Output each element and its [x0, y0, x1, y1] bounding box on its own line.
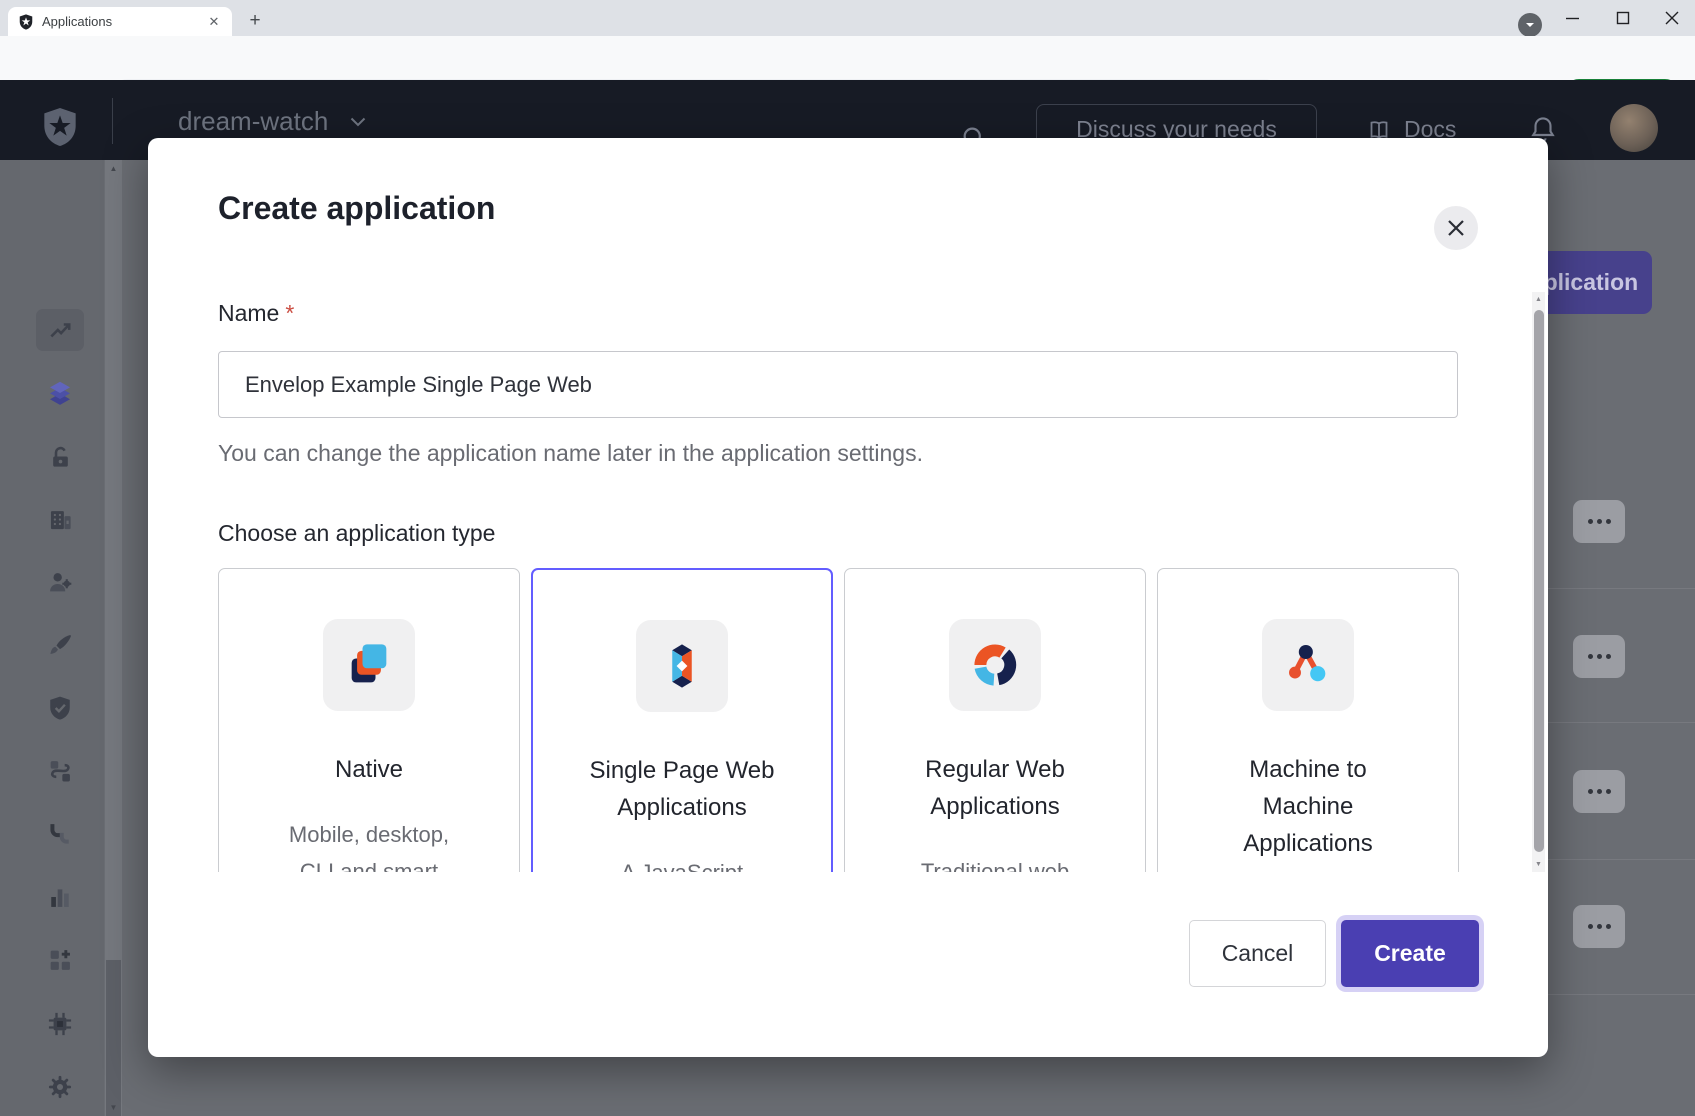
application-name-input[interactable]	[218, 351, 1458, 418]
browser-toolbar: manage.auth0.com/dashboard/eu/dream-watc…	[0, 36, 1695, 80]
card-machine-to-machine[interactable]: Machine to Machine Applications	[1157, 568, 1459, 872]
browser-menu-chevron-icon[interactable]	[1518, 13, 1542, 37]
modal-title: Create application	[218, 190, 495, 227]
card-subtitle: A JavaScript	[533, 854, 831, 872]
card-subtitle: Traditional web	[845, 853, 1145, 872]
window-close-button[interactable]	[1649, 0, 1695, 36]
sidebar-item-actions[interactable]	[36, 747, 84, 795]
card-title: Native	[219, 751, 519, 788]
sidebar-item-authentication[interactable]	[36, 432, 84, 480]
card-title: Regular Web Applications	[845, 751, 1145, 825]
page-scrollbar-thumb[interactable]	[106, 960, 121, 1116]
header-divider	[112, 98, 113, 144]
sidebar-item-monitoring[interactable]	[36, 873, 84, 921]
window-minimize-button[interactable]	[1549, 0, 1595, 36]
auth0-logo-icon	[40, 106, 80, 148]
sidebar-item-branding[interactable]	[36, 621, 84, 669]
scroll-up-icon[interactable]: ▲	[1532, 292, 1545, 307]
sidebar-item-user-management[interactable]	[36, 558, 84, 606]
auth0-favicon-icon	[18, 14, 34, 30]
create-button[interactable]: Create	[1341, 920, 1479, 987]
name-label: Name*	[218, 300, 294, 327]
row-actions-button[interactable]	[1573, 500, 1625, 543]
card-subtitle: Mobile, desktop, CLI and smart	[219, 816, 519, 872]
row-divider	[1548, 722, 1695, 723]
close-icon	[1447, 219, 1465, 237]
cancel-button[interactable]: Cancel	[1189, 920, 1326, 987]
sidebar-item-organizations[interactable]	[36, 495, 84, 543]
tenant-switcher[interactable]: dream-watch	[178, 106, 366, 137]
m2m-icon	[1262, 619, 1354, 711]
scroll-down-icon[interactable]: ▼	[105, 1099, 122, 1116]
native-icon	[323, 619, 415, 711]
window-maximize-button[interactable]	[1600, 0, 1646, 36]
sidebar-item-extensions[interactable]	[36, 1000, 84, 1048]
row-divider	[1548, 994, 1695, 995]
sidebar-item-auth-pipeline[interactable]	[36, 810, 84, 858]
chevron-down-icon	[350, 117, 366, 127]
row-actions-button[interactable]	[1573, 635, 1625, 678]
regular-web-icon	[949, 619, 1041, 711]
browser-tab[interactable]: Applications ✕	[8, 7, 232, 36]
card-title: Machine to Machine Applications	[1158, 751, 1458, 862]
modal-scrollbar-thumb[interactable]	[1534, 310, 1544, 852]
screen: Applications ✕ +	[0, 0, 1695, 1116]
name-helper-text: You can change the application name late…	[218, 440, 923, 467]
sidebar-item-settings[interactable]	[36, 1063, 84, 1111]
user-avatar[interactable]	[1610, 104, 1658, 152]
spa-icon	[636, 620, 728, 712]
page-scrollbar[interactable]: ▲ ▼	[105, 160, 122, 1116]
tab-close-icon[interactable]: ✕	[206, 14, 222, 30]
modal-close-button[interactable]	[1434, 206, 1478, 250]
card-title: Single Page Web Applications	[533, 752, 831, 826]
required-asterisk: *	[285, 300, 294, 326]
card-native[interactable]: Native Mobile, desktop, CLI and smart	[218, 568, 520, 872]
sidebar-item-marketplace[interactable]	[36, 936, 84, 984]
row-actions-button[interactable]	[1573, 905, 1625, 948]
scroll-up-icon[interactable]: ▲	[105, 160, 122, 177]
create-application-modal: Create application Name* You can change …	[148, 138, 1548, 1057]
sidebar-item-security[interactable]	[36, 684, 84, 732]
row-divider	[1548, 588, 1695, 589]
card-regular-web[interactable]: Regular Web Applications Traditional web	[844, 568, 1146, 872]
row-actions-button[interactable]	[1573, 770, 1625, 813]
sidebar-item-applications[interactable]	[36, 369, 84, 417]
tab-title: Applications	[42, 14, 206, 29]
new-tab-button[interactable]: +	[242, 8, 268, 34]
modal-scrollbar[interactable]: ▲ ▼	[1532, 292, 1545, 872]
app-background: dream-watch Discuss your needs Docs	[0, 80, 1695, 1116]
browser-titlebar: Applications ✕ +	[0, 0, 1695, 36]
sidebar: ?	[0, 160, 104, 1116]
row-divider	[1548, 859, 1695, 860]
application-type-label: Choose an application type	[218, 520, 495, 547]
sidebar-item-activity[interactable]	[36, 307, 84, 355]
card-single-page-web[interactable]: Single Page Web Applications A JavaScrip…	[531, 568, 833, 872]
scroll-down-icon[interactable]: ▼	[1532, 857, 1545, 872]
application-type-cards: Native Mobile, desktop, CLI and smart	[218, 568, 1464, 872]
